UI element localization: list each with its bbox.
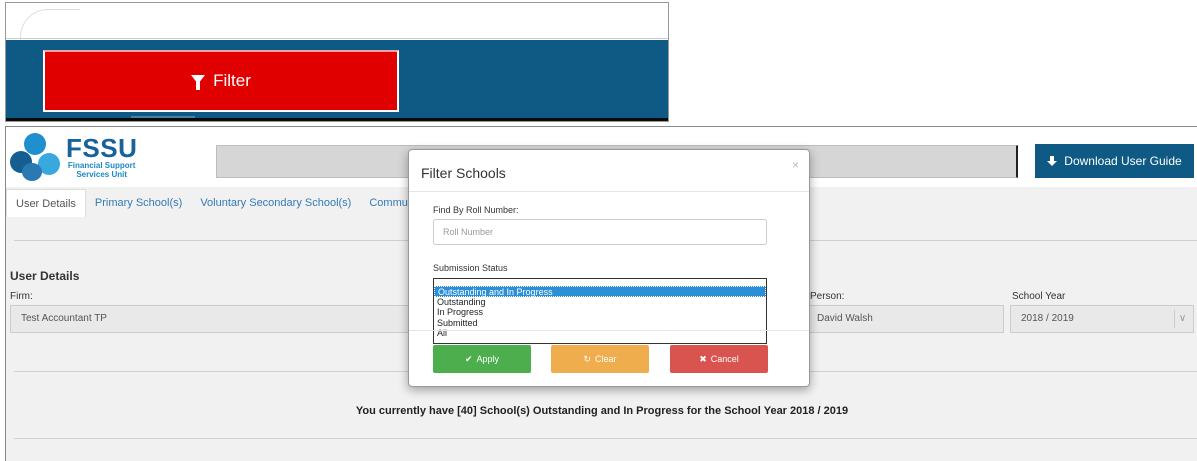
download-button-label: Download User Guide xyxy=(1064,154,1182,168)
download-icon xyxy=(1047,156,1058,166)
inset-top-bar xyxy=(6,3,668,49)
main-screen: FSSU Financial Support Services Unit Dow… xyxy=(5,126,1197,461)
submission-status-label: Submission Status xyxy=(433,263,508,273)
cancel-button[interactable]: ✖ Cancel xyxy=(670,345,768,373)
person-label: Person: xyxy=(810,291,845,302)
check-icon: ✔ xyxy=(464,353,473,364)
apply-button[interactable]: ✔ Apply xyxy=(433,345,531,373)
status-option[interactable]: Submitted xyxy=(434,318,766,329)
close-icon: ✖ xyxy=(699,353,707,364)
user-details-title: User Details xyxy=(10,269,80,283)
clear-button-label: Clear xyxy=(595,354,617,364)
submission-status-listbox[interactable]: Outstanding and In Progress Outstanding … xyxy=(433,278,767,344)
roll-number-input[interactable] xyxy=(433,219,767,245)
download-user-guide-button[interactable]: Download User Guide xyxy=(1035,144,1194,178)
apply-button-label: Apply xyxy=(476,354,500,364)
school-year-select[interactable]: 2018 / 2019 ∨ xyxy=(1010,305,1194,333)
tab-primary-schools[interactable]: Primary School(s) xyxy=(86,189,191,217)
firm-label: Firm: xyxy=(10,291,33,302)
modal-header: Filter Schools × xyxy=(409,150,809,192)
status-option[interactable]: In Progress xyxy=(434,307,766,318)
tab-voluntary-secondary-schools[interactable]: Voluntary Secondary School(s) xyxy=(191,189,360,217)
chevron-down-icon[interactable]: ∨ xyxy=(1174,310,1190,328)
filter-icon xyxy=(191,74,206,90)
logo-subtitle-1: Financial Support xyxy=(67,161,136,170)
logo-mark-icon xyxy=(10,133,60,181)
inset-bottom-line xyxy=(6,118,668,121)
filter-button-label: Filter xyxy=(213,71,251,90)
logo-subtitle-2: Services Unit xyxy=(76,170,128,179)
fssu-logo[interactable]: FSSU Financial Support Services Unit xyxy=(10,133,137,181)
cancel-button-label: Cancel xyxy=(710,354,739,364)
modal-footer-divider xyxy=(409,330,809,331)
status-option[interactable]: Outstanding xyxy=(434,297,766,308)
inset-blue-bar: Filter xyxy=(6,40,668,121)
logo-title: FSSU xyxy=(66,133,138,163)
school-year-value: 2018 / 2019 xyxy=(1021,313,1074,324)
clear-button[interactable]: ↻ Clear xyxy=(551,345,649,373)
close-icon[interactable]: × xyxy=(792,158,799,172)
school-year-label: School Year xyxy=(1012,291,1066,302)
filter-zoom-inset: Filter xyxy=(5,2,669,122)
tab-user-details[interactable]: User Details xyxy=(6,189,86,217)
firm-field[interactable]: Test Accountant TP xyxy=(10,305,430,333)
roll-number-label: Find By Roll Number: xyxy=(433,205,519,215)
summary-text: You currently have [40] School(s) Outsta… xyxy=(355,405,849,417)
filter-schools-modal: Filter Schools × Find By Roll Number: Su… xyxy=(408,149,810,387)
filter-button[interactable]: Filter xyxy=(43,50,399,112)
status-option[interactable]: Outstanding and In Progress xyxy=(434,286,766,297)
modal-title: Filter Schools xyxy=(421,165,506,181)
refresh-icon: ↻ xyxy=(583,353,592,364)
person-field[interactable]: David Walsh xyxy=(806,305,1004,333)
